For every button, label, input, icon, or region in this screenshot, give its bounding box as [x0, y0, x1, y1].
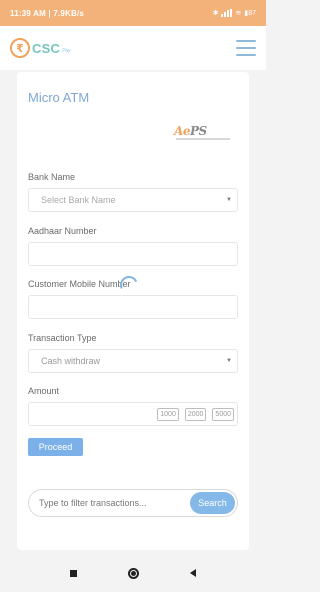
- square-icon: [69, 569, 77, 577]
- search-button[interactable]: Search: [190, 492, 235, 514]
- aadhaar-input[interactable]: [28, 242, 238, 266]
- aeps-suffix: PS: [189, 124, 207, 138]
- recents-button[interactable]: [66, 566, 80, 580]
- back-triangle-icon: [190, 569, 196, 577]
- aeps-tagline: [176, 138, 230, 140]
- transaction-type-select[interactable]: Cash withdraw ▼: [28, 349, 238, 373]
- quick-amount-1000[interactable]: 1000: [157, 408, 179, 421]
- status-time: 11:39 AM | 7.9KB/s: [10, 8, 85, 18]
- battery-level: 87: [248, 10, 256, 17]
- bank-name-value: Select Bank Name: [41, 195, 116, 205]
- bluetooth-icon: ✱: [212, 10, 219, 17]
- micro-atm-card: Micro ATM AePS Bank Name Select Bank Nam…: [17, 72, 249, 550]
- aeps-logo: AePS: [172, 124, 236, 146]
- mobile-label: Customer Mobile Number: [28, 279, 131, 289]
- transaction-filter: Type to filter transactions... Search: [28, 489, 238, 517]
- loading-spinner-icon: [117, 273, 141, 297]
- csc-pay-logo[interactable]: ₹ CSC Pay: [10, 38, 71, 58]
- signal-icon: [221, 9, 233, 17]
- status-icons: ✱ ≋ ▮87: [213, 9, 256, 17]
- dropdown-arrow-icon: ▼: [226, 358, 232, 364]
- transaction-type-label: Transaction Type: [28, 333, 97, 343]
- app-bar: ₹ CSC Pay: [0, 26, 266, 70]
- filter-input[interactable]: Type to filter transactions...: [39, 490, 147, 516]
- back-button[interactable]: [186, 566, 200, 580]
- battery-icon: ▮87: [244, 10, 256, 17]
- quick-amount-2000[interactable]: 2000: [184, 408, 207, 421]
- quick-amounts: 1000 2000 5000: [157, 408, 234, 421]
- rupee-icon: ₹: [10, 38, 30, 58]
- aadhaar-label: Aadhaar Number: [28, 226, 97, 236]
- system-nav-bar: [0, 554, 266, 592]
- amount-label: Amount: [28, 386, 60, 396]
- aeps-highlight: e: [182, 124, 191, 138]
- quick-amount-5000[interactable]: 5000: [212, 408, 234, 421]
- logo-brand: CSC: [32, 40, 61, 56]
- status-bar: 11:39 AM | 7.9KB/s ✱ ≋ ▮87: [0, 0, 266, 26]
- home-button[interactable]: [126, 566, 140, 580]
- wifi-icon: ≋: [235, 10, 242, 17]
- aeps-prefix: A: [174, 124, 183, 138]
- bank-name-select[interactable]: Select Bank Name ▼: [28, 188, 238, 212]
- transaction-type-value: Cash withdraw: [41, 356, 101, 366]
- logo-sub: Pay: [62, 48, 71, 54]
- proceed-button[interactable]: Proceed: [28, 438, 83, 456]
- mobile-input[interactable]: [28, 295, 238, 319]
- bank-name-label: Bank Name: [28, 172, 76, 182]
- page-title: Micro ATM: [28, 90, 90, 105]
- home-circle-icon: [127, 567, 139, 579]
- hamburger-menu-icon[interactable]: [236, 40, 256, 56]
- dropdown-arrow-icon: ▼: [226, 197, 232, 203]
- amount-input[interactable]: 1000 2000 5000: [28, 402, 238, 426]
